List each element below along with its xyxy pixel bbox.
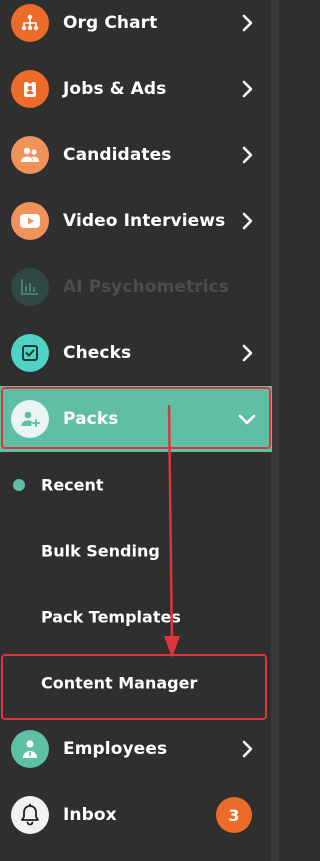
sidebar-item-checks[interactable]: Checks xyxy=(0,320,271,386)
submenu-item-pack-templates[interactable]: Pack Templates xyxy=(0,584,271,650)
chevron-right-icon xyxy=(238,14,256,32)
submenu-item-content-manager[interactable]: Content Manager xyxy=(0,650,271,716)
sidebar-item-org-chart[interactable]: Org Chart xyxy=(0,0,271,56)
sidebar-item-label: AI Psychometrics xyxy=(63,277,229,297)
bell-icon xyxy=(11,796,49,834)
employee-icon xyxy=(11,730,49,768)
submenu-item-bulk-sending[interactable]: Bulk Sending xyxy=(0,518,271,584)
chevron-down-icon xyxy=(238,410,256,428)
sidebar-item-employees[interactable]: Employees xyxy=(0,716,271,782)
submenu-item-recent[interactable]: Recent xyxy=(0,452,271,518)
sidebar-item-label: Packs xyxy=(63,409,119,429)
sidebar-item-packs[interactable]: Packs xyxy=(0,386,272,452)
bar-chart-icon xyxy=(11,268,49,306)
people-icon xyxy=(11,136,49,174)
chevron-right-icon xyxy=(238,740,256,758)
scrollbar-track[interactable] xyxy=(271,0,279,861)
submenu-item-label: Bulk Sending xyxy=(41,541,160,561)
sidebar-item-label: Video Interviews xyxy=(63,211,226,231)
sidebar-item-video-interviews[interactable]: Video Interviews xyxy=(0,188,271,254)
sidebar-nav: Org Chart Jobs & Ads Candidates Video In… xyxy=(0,0,279,861)
sidebar-item-candidates[interactable]: Candidates xyxy=(0,122,271,188)
submenu-item-label: Content Manager xyxy=(41,673,198,693)
sidebar-item-label: Jobs & Ads xyxy=(63,79,167,99)
sidebar-item-ai-psychometrics[interactable]: AI Psychometrics xyxy=(0,254,271,320)
chevron-right-icon xyxy=(238,146,256,164)
badge-icon xyxy=(11,70,49,108)
sidebar-item-jobs-ads[interactable]: Jobs & Ads xyxy=(0,56,271,122)
inbox-count-badge: 3 xyxy=(216,797,252,833)
sidebar-item-inbox[interactable]: Inbox 3 xyxy=(0,782,271,848)
chevron-right-icon xyxy=(238,344,256,362)
submenu-item-label: Recent xyxy=(41,475,104,495)
sidebar-item-label: Inbox xyxy=(63,805,117,825)
sidebar-item-label: Checks xyxy=(63,343,132,363)
add-user-icon xyxy=(11,400,49,438)
checkbox-icon xyxy=(11,334,49,372)
chevron-right-icon xyxy=(238,80,256,98)
play-icon xyxy=(11,202,49,240)
chevron-right-icon xyxy=(238,212,256,230)
sidebar-item-label: Candidates xyxy=(63,145,172,165)
org-chart-icon xyxy=(11,4,49,42)
sidebar-item-label: Org Chart xyxy=(63,13,158,33)
active-indicator-dot xyxy=(13,479,25,491)
submenu-item-label: Pack Templates xyxy=(41,607,181,627)
sidebar-item-label: Employees xyxy=(63,739,168,759)
